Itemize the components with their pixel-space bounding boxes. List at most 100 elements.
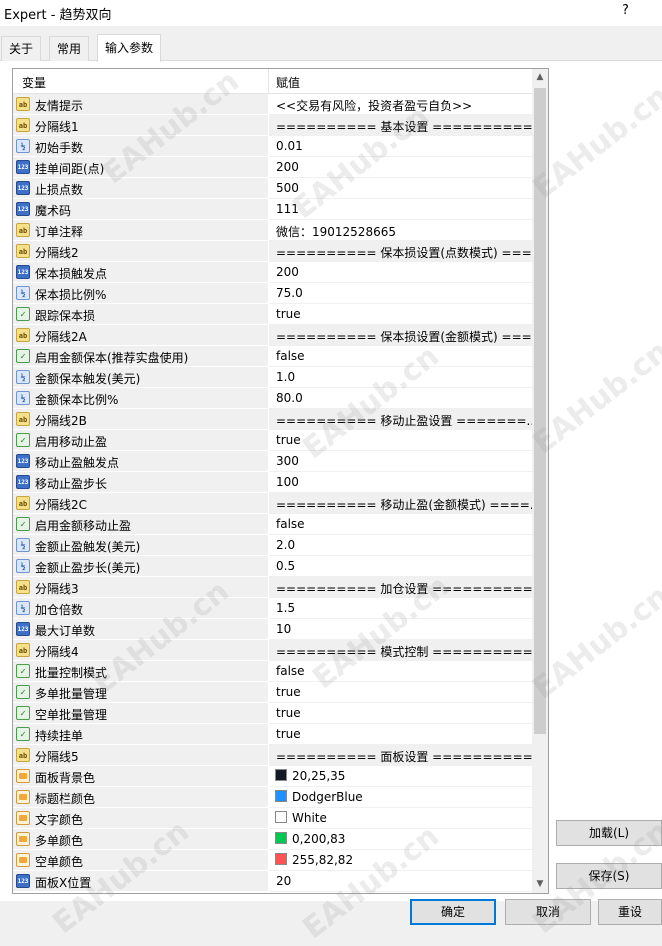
parameter-value-cell[interactable]: 200	[269, 157, 532, 178]
parameter-name-cell[interactable]: ab 分隔线4	[13, 640, 268, 661]
color-swatch[interactable]	[275, 832, 287, 844]
column-variable[interactable]: 变量	[22, 74, 46, 91]
parameter-name-cell[interactable]: ✓ 跟踪保本损	[13, 304, 268, 325]
parameter-row[interactable]: ab 分隔线3 ========== 加仓设置 ==========	[13, 577, 533, 598]
parameter-value-cell[interactable]: 75.0	[269, 283, 532, 304]
parameter-row[interactable]: 文字颜色 White	[13, 808, 532, 829]
parameter-value-cell[interactable]: 0.01	[269, 136, 532, 157]
parameter-row[interactable]: 123 止损点数 500	[13, 178, 532, 199]
tab-about[interactable]: 关于	[1, 36, 42, 61]
parameter-name-cell[interactable]: ab 分隔线1	[13, 115, 268, 136]
parameter-name-cell[interactable]: 123 止损点数	[13, 178, 268, 199]
parameter-name-cell[interactable]: ab 分隔线2C	[13, 493, 268, 514]
parameter-row[interactable]: 123 面板X位置 20	[13, 871, 532, 892]
parameter-name-cell[interactable]: ½ 金额保本比例%	[13, 388, 268, 409]
cancel-button[interactable]: 取消	[505, 899, 591, 925]
reset-button[interactable]: 重设	[598, 899, 662, 925]
parameter-value-cell[interactable]: true	[269, 682, 532, 703]
save-button[interactable]: 保存(S)	[556, 863, 662, 889]
parameter-value-cell[interactable]: 500	[269, 178, 532, 199]
color-swatch[interactable]	[275, 811, 287, 823]
parameter-row[interactable]: 123 魔术码 111	[13, 199, 532, 220]
parameter-value-cell[interactable]: false	[269, 514, 532, 535]
parameter-name-cell[interactable]: ab 分隔线3	[13, 577, 268, 598]
parameter-name-cell[interactable]: ✓ 启用金额保本(推荐实盘使用)	[13, 346, 268, 367]
parameter-row[interactable]: 空单颜色 255,82,82	[13, 850, 532, 871]
parameter-value-cell[interactable]: White	[269, 808, 532, 829]
parameter-name-cell[interactable]: 空单颜色	[13, 850, 268, 871]
parameter-name-cell[interactable]: 123 移动止盈步长	[13, 472, 268, 493]
parameter-value-cell[interactable]: 20	[269, 871, 532, 892]
parameter-value-cell[interactable]: ========== 模式控制 ==========	[269, 640, 533, 661]
parameter-value-cell[interactable]: ========== 保本损设置(金额模式) ===...	[269, 325, 543, 346]
parameter-name-cell[interactable]: ✓ 空单批量管理	[13, 703, 268, 724]
parameter-name-cell[interactable]: 123 面板X位置	[13, 871, 268, 892]
parameter-row[interactable]: 123 移动止盈步长 100	[13, 472, 532, 493]
load-button[interactable]: 加载(L)	[556, 820, 662, 846]
parameter-row[interactable]: ab 分隔线2C ========== 移动止盈(金额模式) ====...	[13, 493, 541, 514]
parameter-name-cell[interactable]: ab 分隔线5	[13, 745, 268, 766]
parameter-name-cell[interactable]: ½ 保本损比例%	[13, 283, 268, 304]
parameter-row[interactable]: ab 分隔线2A ========== 保本损设置(金额模式) ===...	[13, 325, 543, 346]
parameter-name-cell[interactable]: ✓ 多单批量管理	[13, 682, 268, 703]
parameter-value-cell[interactable]: ========== 加仓设置 ==========	[269, 577, 533, 598]
parameter-row[interactable]: ½ 金额保本比例% 80.0	[13, 388, 532, 409]
parameter-value-cell[interactable]: true	[269, 724, 532, 745]
parameter-name-cell[interactable]: ab 友情提示	[13, 94, 268, 115]
scroll-thumb[interactable]	[534, 88, 546, 734]
parameter-name-cell[interactable]: ✓ 启用金额移动止盈	[13, 514, 268, 535]
parameter-row[interactable]: ab 订单注释 微信：19012528665	[13, 220, 532, 241]
column-divider[interactable]	[268, 69, 269, 93]
parameter-value-cell[interactable]: ========== 移动止盈设置 =======...	[269, 409, 538, 430]
parameter-row[interactable]: ½ 初始手数 0.01	[13, 136, 532, 157]
parameter-value-cell[interactable]: 0.5	[269, 556, 532, 577]
color-swatch[interactable]	[275, 769, 287, 781]
parameter-row[interactable]: ½ 加仓倍数 1.5	[13, 598, 532, 619]
parameter-name-cell[interactable]: 123 最大订单数	[13, 619, 268, 640]
color-swatch[interactable]	[275, 790, 287, 802]
parameter-value-cell[interactable]: ========== 基本设置 ==========	[269, 115, 533, 136]
parameter-name-cell[interactable]: ½ 初始手数	[13, 136, 268, 157]
parameter-name-cell[interactable]: ½ 金额保本触发(美元)	[13, 367, 268, 388]
parameter-row[interactable]: ½ 金额止盈触发(美元) 2.0	[13, 535, 532, 556]
parameter-value-cell[interactable]: ========== 移动止盈(金额模式) ====...	[269, 493, 541, 514]
parameter-value-cell[interactable]: 200	[269, 262, 532, 283]
parameter-value-cell[interactable]: 111	[269, 199, 532, 220]
parameter-value-cell[interactable]: 2.0	[269, 535, 532, 556]
parameter-name-cell[interactable]: 123 保本损触发点	[13, 262, 268, 283]
parameter-value-cell[interactable]: 80.0	[269, 388, 532, 409]
parameter-value-cell[interactable]: 100	[269, 472, 532, 493]
parameter-name-cell[interactable]: ½ 金额止盈触发(美元)	[13, 535, 268, 556]
parameter-row[interactable]: ab 友情提示 <<交易有风险，投资者盈亏自负>>	[13, 94, 532, 115]
parameter-value-cell[interactable]: true	[269, 304, 532, 325]
parameter-name-cell[interactable]: 多单颜色	[13, 829, 268, 850]
parameter-row[interactable]: ½ 保本损比例% 75.0	[13, 283, 532, 304]
parameter-name-cell[interactable]: ✓ 批量控制模式	[13, 661, 268, 682]
parameter-row[interactable]: 123 保本损触发点 200	[13, 262, 532, 283]
parameter-row[interactable]: ✓ 启用移动止盈 true	[13, 430, 532, 451]
parameter-row[interactable]: ✓ 空单批量管理 true	[13, 703, 532, 724]
vertical-scrollbar[interactable]: ▲ ▼	[532, 69, 548, 893]
parameter-value-cell[interactable]: true	[269, 430, 532, 451]
parameter-value-cell[interactable]: true	[269, 703, 532, 724]
parameter-row[interactable]: 123 挂单间距(点) 200	[13, 157, 532, 178]
parameter-row[interactable]: 标题栏颜色 DodgerBlue	[13, 787, 532, 808]
column-value[interactable]: 赋值	[276, 74, 300, 91]
scroll-down-icon[interactable]: ▼	[532, 876, 548, 893]
parameter-row[interactable]: 123 最大订单数 10	[13, 619, 532, 640]
parameter-value-cell[interactable]: 0,200,83	[269, 829, 532, 850]
parameter-name-cell[interactable]: 标题栏颜色	[13, 787, 268, 808]
parameter-value-cell[interactable]: ========== 保本损设置(点数模式) ===...	[269, 241, 543, 262]
parameter-value-cell[interactable]: 1.0	[269, 367, 532, 388]
parameter-value-cell[interactable]: 20,25,35	[269, 766, 532, 787]
parameter-value-cell[interactable]: ========== 面板设置 ==========	[269, 745, 533, 766]
parameter-row[interactable]: ½ 金额止盈步长(美元) 0.5	[13, 556, 532, 577]
parameter-value-cell[interactable]: DodgerBlue	[269, 787, 532, 808]
parameter-row[interactable]: ✓ 多单批量管理 true	[13, 682, 532, 703]
color-swatch[interactable]	[275, 853, 287, 865]
parameter-name-cell[interactable]: ½ 金额止盈步长(美元)	[13, 556, 268, 577]
scroll-up-icon[interactable]: ▲	[532, 69, 548, 86]
parameter-name-cell[interactable]: ab 订单注释	[13, 220, 268, 241]
parameter-row[interactable]: ✓ 批量控制模式 false	[13, 661, 532, 682]
parameter-value-cell[interactable]: 10	[269, 619, 532, 640]
